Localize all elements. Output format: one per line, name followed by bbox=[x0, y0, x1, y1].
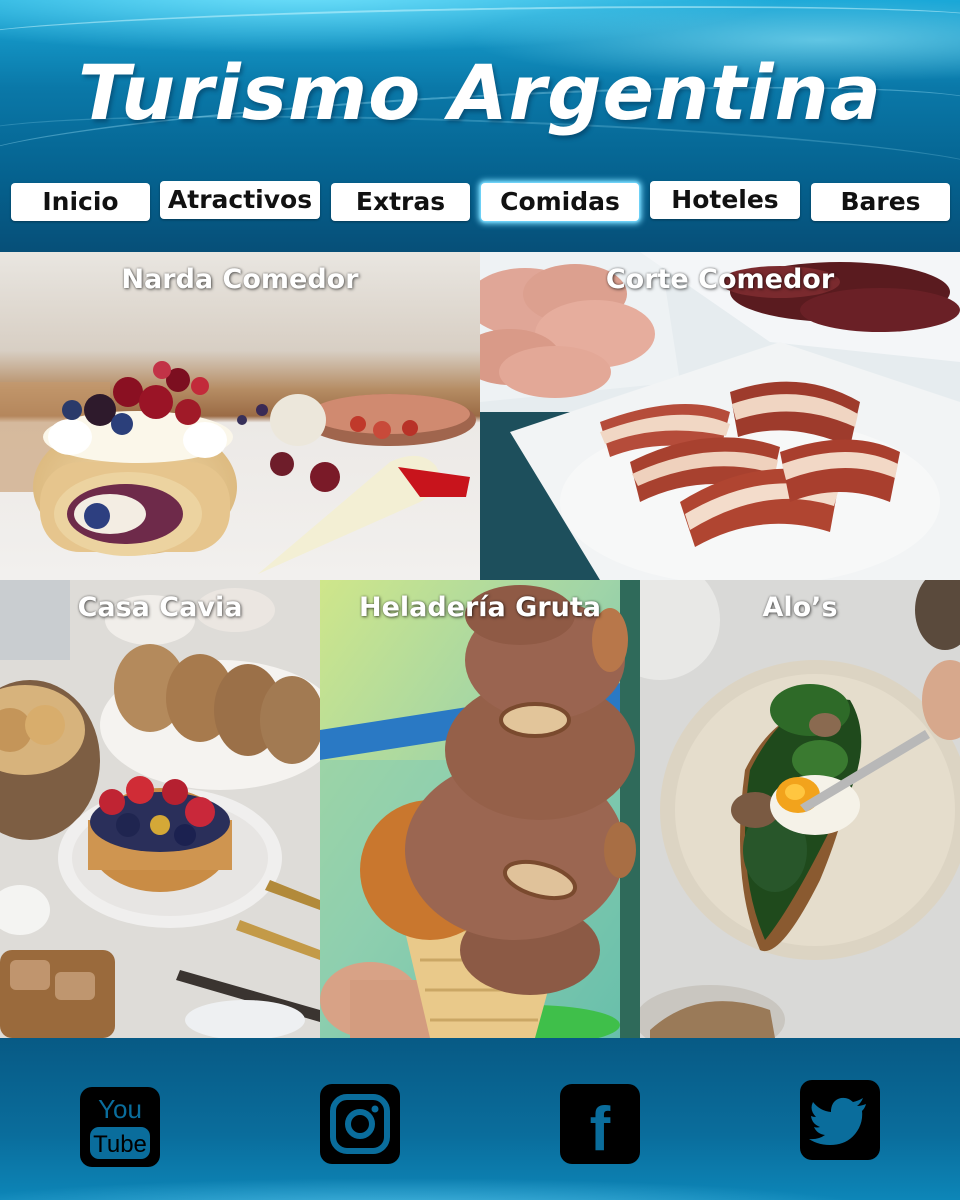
ice-cream-cone-photo bbox=[320, 580, 640, 1038]
restaurant-name: Narda Comedor bbox=[121, 264, 359, 295]
svg-text:Tube: Tube bbox=[93, 1131, 147, 1158]
swiss-roll-cake-photo bbox=[0, 252, 480, 580]
restaurant-card-narda-comedor[interactable]: Narda Comedor bbox=[0, 252, 480, 580]
restaurant-name: Corte Comedor bbox=[605, 264, 835, 295]
svg-text:You: You bbox=[98, 1094, 142, 1124]
facebook-link[interactable]: f bbox=[560, 1084, 640, 1164]
site-footer: You Tube f bbox=[0, 1038, 960, 1200]
restaurant-card-corte-comedor[interactable]: Corte Comedor bbox=[480, 252, 960, 580]
svg-text:f: f bbox=[590, 1095, 611, 1164]
berry-tart-photo bbox=[0, 580, 320, 1038]
youtube-link[interactable]: You Tube bbox=[80, 1087, 160, 1167]
restaurant-card-alos[interactable]: Alo’s bbox=[640, 580, 960, 1038]
site-title: Turismo Argentina bbox=[78, 48, 882, 137]
restaurant-name: Alo’s bbox=[762, 592, 838, 623]
facebook-icon: f bbox=[590, 1095, 611, 1164]
restaurant-card-heladeria-gruta[interactable]: Heladería Gruta bbox=[320, 580, 640, 1038]
site-header: Turismo Argentina Inicio Atractivos Extr… bbox=[0, 0, 960, 252]
twitter-link[interactable] bbox=[800, 1080, 880, 1160]
nav-inicio[interactable]: Inicio bbox=[11, 183, 150, 221]
restaurant-name: Heladería Gruta bbox=[358, 592, 602, 623]
main-nav: Inicio Atractivos Extras Comidas Hoteles… bbox=[0, 181, 960, 223]
nav-extras[interactable]: Extras bbox=[331, 183, 470, 221]
nav-atractivos[interactable]: Atractivos bbox=[160, 181, 320, 219]
instagram-link[interactable] bbox=[320, 1084, 400, 1164]
nav-bares[interactable]: Bares bbox=[811, 183, 950, 221]
cured-meats-photo bbox=[480, 252, 960, 580]
restaurant-card-casa-cavia[interactable]: Casa Cavia bbox=[0, 580, 320, 1038]
spinach-egg-toast-photo bbox=[640, 580, 960, 1038]
instagram-icon bbox=[330, 1094, 390, 1154]
nav-comidas[interactable]: Comidas bbox=[481, 183, 639, 221]
youtube-icon: You Tube bbox=[90, 1094, 150, 1159]
restaurant-name: Casa Cavia bbox=[77, 592, 243, 623]
nav-hoteles[interactable]: Hoteles bbox=[650, 181, 800, 219]
twitter-icon bbox=[809, 1097, 866, 1145]
